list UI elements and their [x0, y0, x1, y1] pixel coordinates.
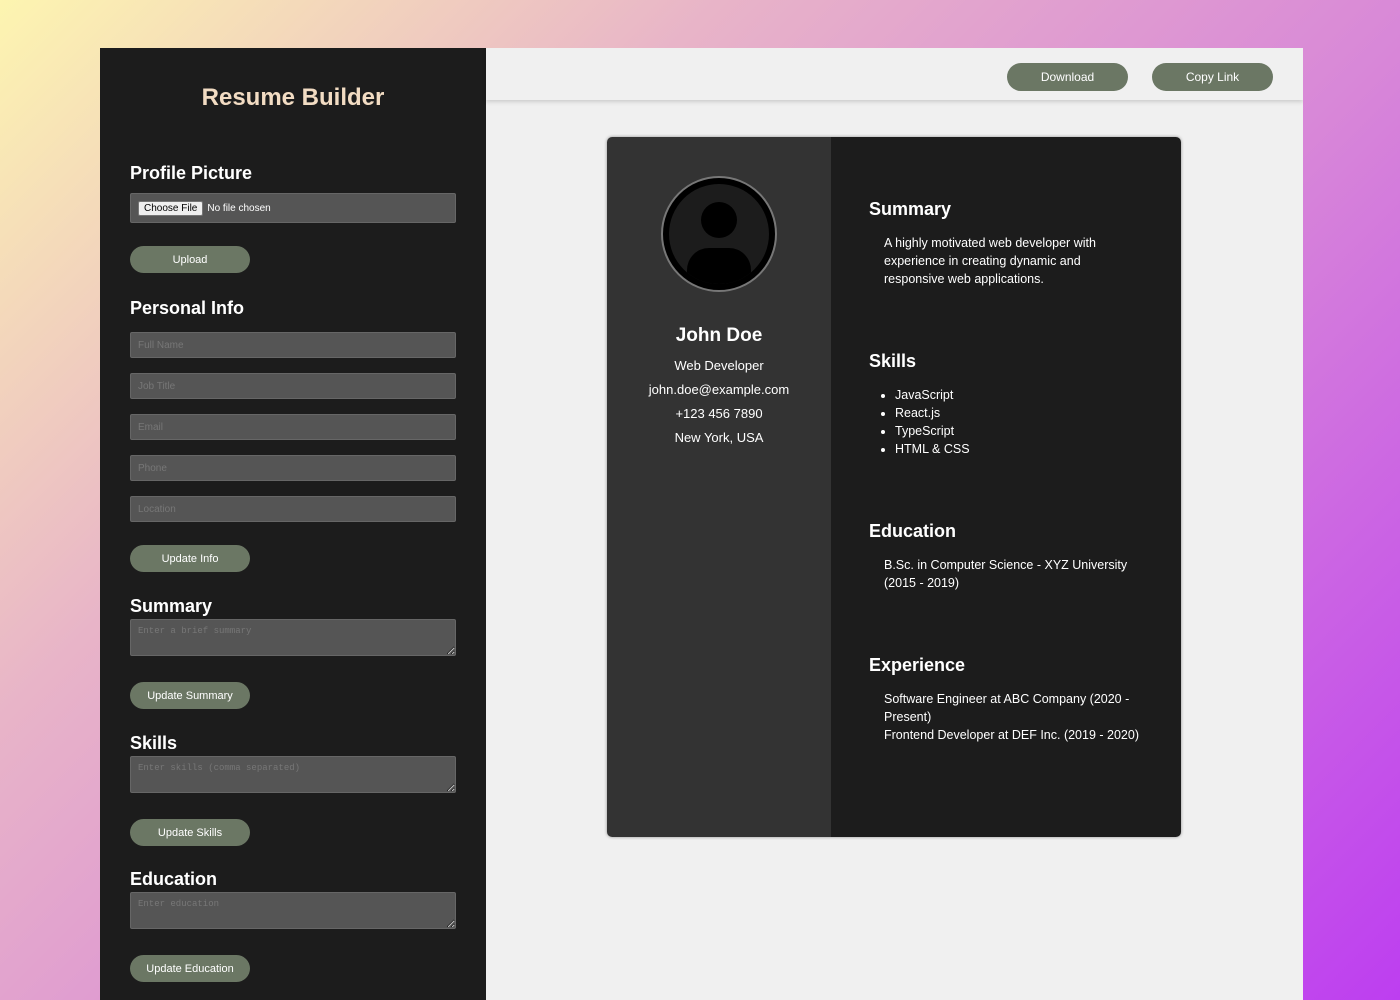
job-title-input[interactable] [130, 373, 456, 399]
personal-info-heading: Personal Info [130, 298, 245, 318]
location-input[interactable] [130, 496, 456, 522]
experience-item: Frontend Developer at DEF Inc. (2019 - 2… [884, 728, 1139, 742]
resume-education-heading: Education [869, 521, 957, 541]
resume-skills-heading: Skills [869, 351, 917, 371]
resume-location: New York, USA [674, 430, 764, 445]
profile-picture-file-input[interactable]: Choose File No file chosen [130, 193, 456, 223]
resume-education-text: B.Sc. in Computer Science - XYZ Universi… [884, 558, 1128, 590]
resume-profile-column: John Doe Web Developer john.doe@example.… [607, 137, 831, 837]
email-input[interactable] [130, 414, 456, 440]
resume-experience-heading: Experience [869, 655, 966, 675]
editor-sidebar: Resume Builder Profile Picture Choose Fi… [100, 48, 486, 1000]
resume-preview: John Doe Web Developer john.doe@example.… [607, 137, 1181, 837]
choose-file-button[interactable]: Choose File [138, 200, 204, 216]
app-container: Resume Builder Profile Picture Choose Fi… [100, 48, 1303, 1000]
resume-name: John Doe [675, 325, 763, 346]
download-button[interactable]: Download [1007, 63, 1128, 91]
summary-textarea[interactable] [130, 619, 456, 656]
education-heading: Education [130, 869, 218, 889]
copy-link-button[interactable]: Copy Link [1152, 63, 1273, 91]
resume-summary-text: A highly motivated web developer with ex… [884, 236, 1096, 286]
preview-area: Download Copy Link John Doe Web Develope… [486, 48, 1303, 1000]
update-education-button[interactable]: Update Education [130, 955, 250, 982]
education-textarea[interactable] [130, 892, 456, 929]
update-skills-button[interactable]: Update Skills [130, 819, 250, 846]
update-summary-button[interactable]: Update Summary [130, 682, 250, 709]
profile-picture-heading: Profile Picture [130, 163, 253, 183]
resume-experience-list: Software Engineer at ABC Company (2020 -… [884, 690, 1144, 744]
resume-content-column: Summary A highly motivated web developer… [831, 137, 1181, 837]
experience-item: Software Engineer at ABC Company (2020 -… [884, 692, 1130, 724]
resume-email: john.doe@example.com [648, 382, 790, 397]
top-toolbar: Download Copy Link [486, 48, 1303, 100]
skill-item: React.js [895, 404, 970, 422]
resume-job-title: Web Developer [674, 358, 764, 373]
skill-item: TypeScript [895, 422, 970, 440]
skills-textarea[interactable] [130, 756, 456, 793]
phone-input[interactable] [130, 455, 456, 481]
user-avatar-icon [661, 176, 777, 292]
resume-skills-list: JavaScript React.js TypeScript HTML & CS… [869, 386, 970, 458]
resume-summary-heading: Summary [869, 199, 952, 219]
update-info-button[interactable]: Update Info [130, 545, 250, 572]
file-status-text: No file chosen [207, 202, 271, 214]
app-title: Resume Builder [201, 84, 385, 111]
full-name-input[interactable] [130, 332, 456, 358]
skill-item: JavaScript [895, 386, 970, 404]
summary-heading: Summary [130, 596, 213, 616]
resume-phone: +123 456 7890 [675, 406, 763, 421]
skills-heading: Skills [130, 733, 178, 753]
upload-button[interactable]: Upload [130, 246, 250, 273]
skill-item: HTML & CSS [895, 440, 970, 458]
